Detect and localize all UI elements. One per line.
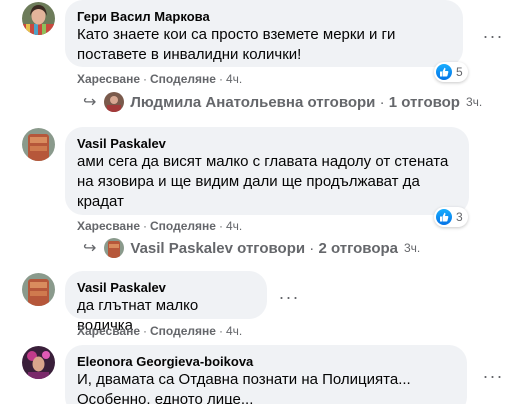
comment-text-line: поставете в инвалидни колички! [77,46,302,63]
avatar-eleonora[interactable] [22,346,55,379]
comment-bubble: Гери Васил Маркова Като знаете кои са пр… [65,0,463,67]
comment-text-line: Особенно, едното лице... [77,391,254,404]
comment-time[interactable]: 4ч. [226,219,242,233]
comment-actions: Харесване · Споделяне · 4ч. [77,324,243,338]
view-replies[interactable]: ↪ Vasil Paskalev отговори · 2 отговора 3… [83,238,420,258]
reply-arrow-icon: ↪ [83,240,97,257]
reply-author: Людмила Анатольевна [130,93,304,111]
more-options-icon[interactable]: ··· [480,367,506,385]
comment-actions: Харесване · Споделяне · 4ч. [77,72,243,86]
comment-text-line: И, двамата са Отдавна познати на Полиция… [77,371,411,388]
comment-author[interactable]: Vasil Paskalev [77,135,457,152]
comment-actions: Харесване · Споделяне · 4ч. [77,219,243,233]
comment-text-line: на язовира и ще видим дали ще продължава… [77,173,420,190]
avatar-vasil[interactable] [22,128,55,161]
reply-count: 2 отговора [318,239,398,257]
reaction-summary[interactable]: 3 [434,207,468,227]
reply-count: 1 отговор [388,93,460,111]
like-link[interactable]: Харесване [77,72,140,86]
reply-arrow-icon: ↪ [83,94,97,111]
like-thumb-icon [436,209,452,225]
comment-author[interactable]: Eleonora Georgieva-boikova [77,353,455,370]
reply-avatar [104,92,125,112]
reply-time: 3ч. [404,241,421,255]
comment-bubble: Vasil Paskalev да глътнат малко водичка [65,271,267,334]
reply-author: Vasil Paskalev [130,239,233,257]
reaction-count: 3 [456,210,463,224]
comment-author[interactable]: Гери Васил Маркова [77,8,451,25]
avatar-vasil[interactable] [22,273,55,306]
reply-action: отговори [307,93,376,111]
comment-time[interactable]: 4ч. [226,72,242,86]
share-link[interactable]: Споделяне [150,72,216,86]
share-link[interactable]: Споделяне [150,324,216,338]
view-replies[interactable]: ↪ Людмила Анатольевна отговори · 1 отгов… [83,92,482,112]
comment-bubble: Eleonora Georgieva-boikova И, двамата са… [65,345,467,404]
like-link[interactable]: Харесване [77,324,140,338]
reply-time: 3ч. [465,95,483,109]
comment-author[interactable]: Vasil Paskalev [77,279,255,296]
share-link[interactable]: Споделяне [150,219,216,233]
avatar-geri[interactable] [22,2,55,35]
more-options-icon[interactable]: ··· [480,27,506,45]
like-link[interactable]: Харесване [77,219,140,233]
like-thumb-icon [436,64,452,80]
comment-time[interactable]: 4ч. [226,324,242,338]
reply-action: отговори [237,239,306,257]
comment-bubble: Vasil Paskalev ами сега да висят малко с… [65,127,469,215]
reaction-count: 5 [456,65,463,79]
reply-avatar [104,238,125,258]
reaction-summary[interactable]: 5 [434,62,468,82]
comment-text-line: Като знаете кои са просто вземете мерки … [77,26,396,43]
more-options-icon[interactable]: ··· [276,288,302,306]
comment-text-line: ами сега да висят малко с главата надолу… [77,153,449,170]
comment-text-line: крадат [77,193,124,210]
